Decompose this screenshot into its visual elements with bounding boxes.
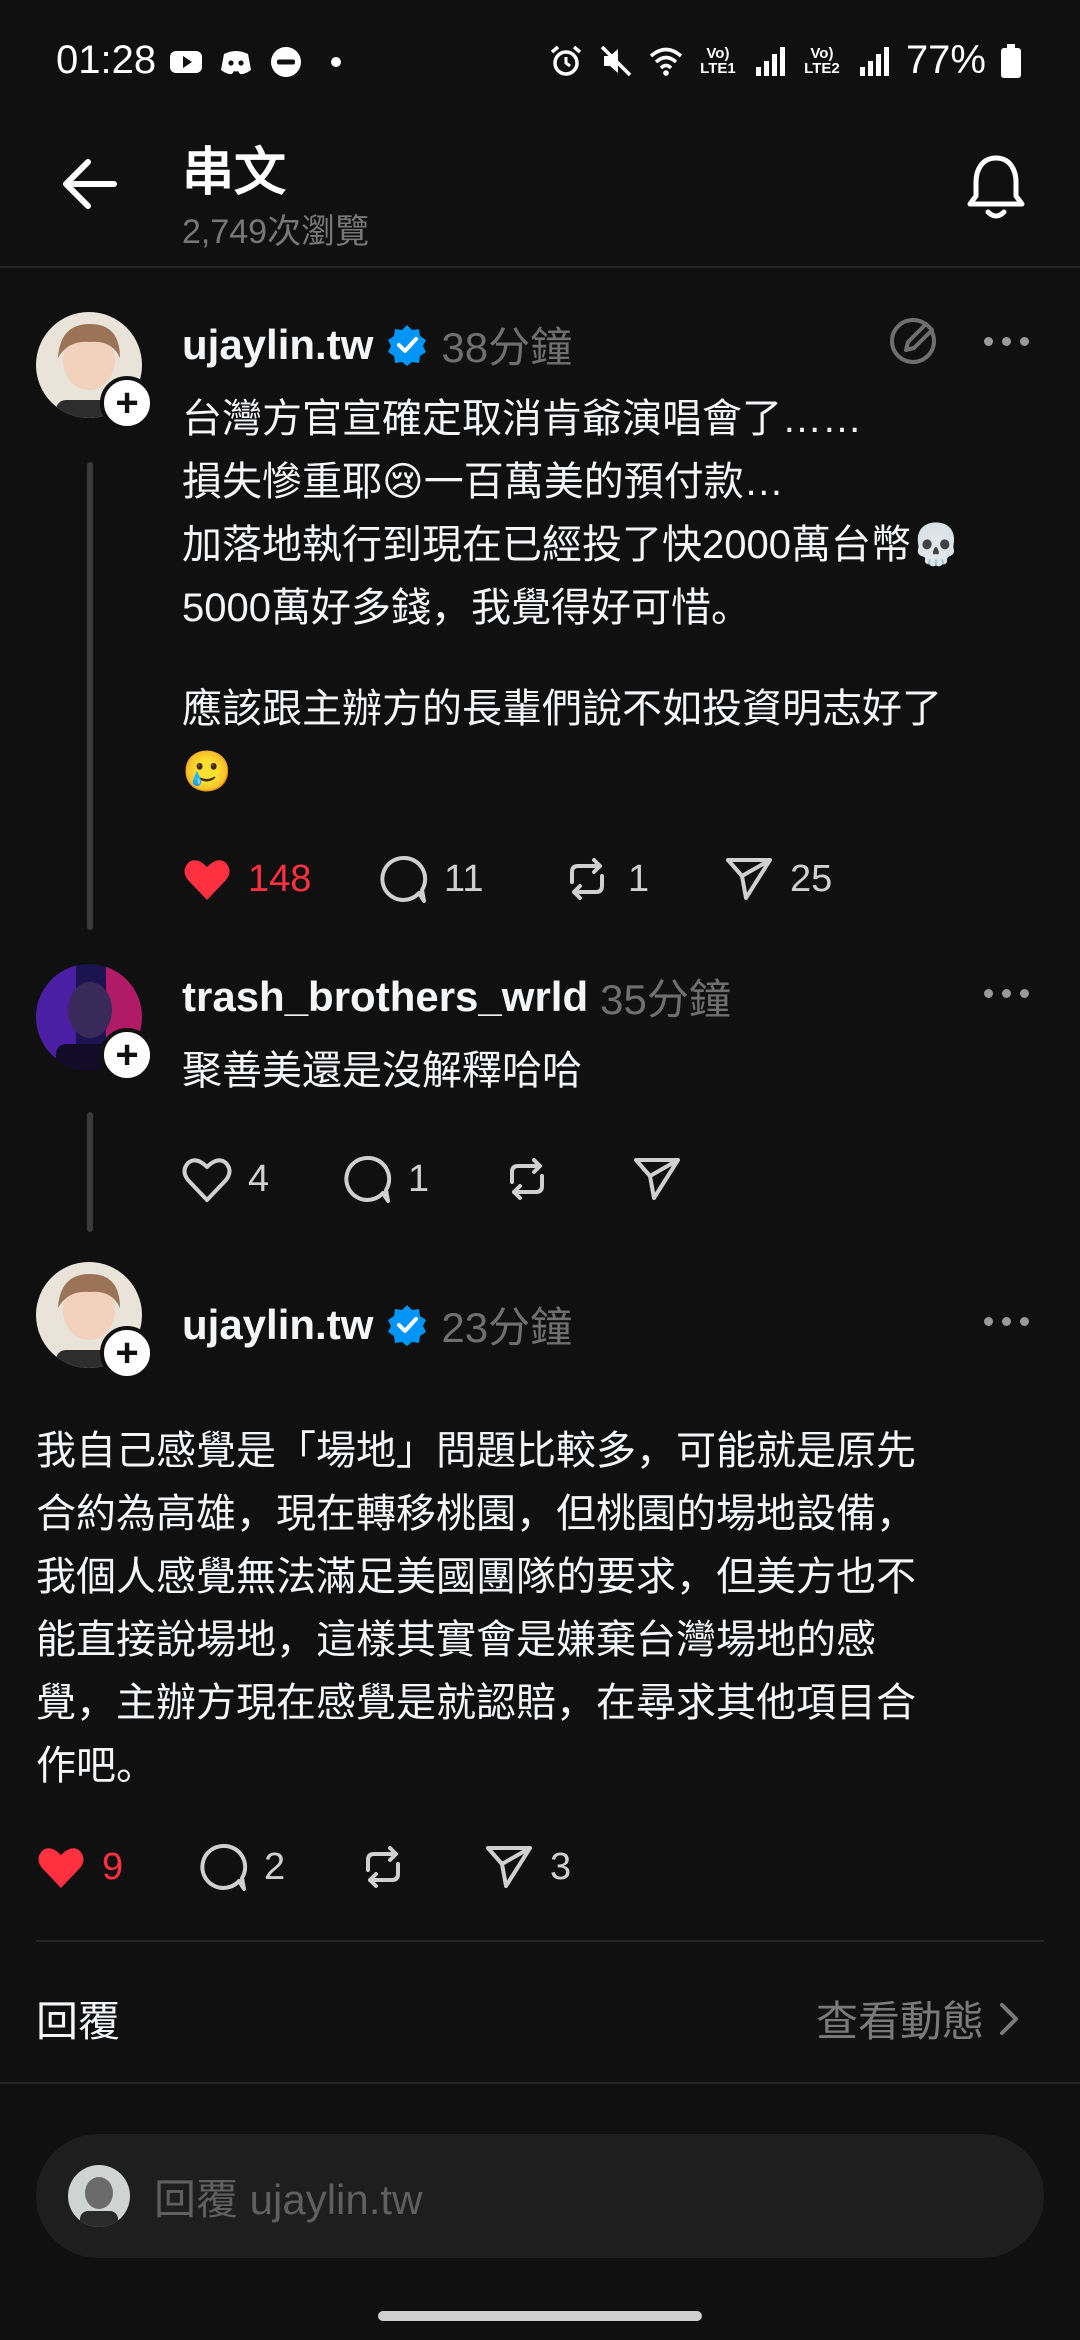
follow-plus-button[interactable]: + [100, 376, 154, 430]
repost-icon [366, 1846, 400, 1888]
status-time: 01:28 [56, 38, 157, 82]
reply-input-bar[interactable]: 回覆 ujaylin.tw [36, 2134, 1044, 2258]
username[interactable]: ujaylin.tw [182, 321, 373, 369]
repost-count: 1 [628, 857, 650, 900]
more-options-icon[interactable] [984, 986, 1034, 1000]
verified-badge-icon [388, 324, 427, 366]
share-count: 3 [550, 1845, 572, 1888]
page-title: 串文 [182, 144, 287, 202]
divider [0, 2082, 1080, 2084]
comment-button[interactable]: 1 [340, 1152, 500, 1206]
discord-icon [221, 51, 251, 75]
view-activity-link[interactable]: 查看動態 [816, 1988, 1020, 2049]
post-text: 台灣方官宣確定取消肯爺演唱會了…… 損失慘重耶😢一百萬美的預付款… 加落地執行到… [182, 397, 961, 630]
chevron-right-icon [1000, 2002, 1018, 2035]
comment-icon [200, 1843, 248, 1891]
comment-count: 2 [264, 1845, 286, 1888]
repost-button[interactable] [500, 1152, 630, 1206]
post-text: 應該跟主辦方的長輩們說不如投資明志好了 🥲 [182, 687, 942, 794]
follow-plus-button[interactable]: + [100, 1326, 154, 1380]
heart-outline-icon [182, 1158, 232, 1202]
send-icon [486, 1846, 532, 1888]
post-1-header: ujaylin.tw 38分鐘 [182, 314, 572, 375]
view-activity-label: 查看動態 [815, 1998, 984, 2045]
like-count: 148 [248, 857, 312, 900]
heart-icon [38, 1848, 84, 1888]
share-button[interactable]: 25 [722, 852, 882, 906]
verified-badge-icon [388, 1304, 427, 1346]
current-user-avatar [68, 2165, 130, 2227]
comment-icon [344, 1155, 392, 1203]
post-3-actions: 9 2 3 [34, 1840, 602, 1894]
repost-icon [570, 858, 604, 900]
alarm-icon [550, 45, 582, 76]
sim1-label: Vo) LTE1 [700, 44, 736, 77]
view-count: 2,749次瀏覽 [182, 213, 370, 251]
more-options-icon[interactable] [984, 334, 1034, 348]
bell-icon[interactable] [962, 150, 1030, 222]
send-icon [726, 858, 772, 900]
timestamp: 38分鐘 [441, 324, 573, 371]
status-left-icons [168, 44, 354, 80]
comment-count: 1 [408, 1157, 430, 1200]
share-count: 25 [790, 857, 833, 900]
share-button[interactable]: 3 [482, 1840, 602, 1894]
youtube-icon [170, 51, 202, 73]
status-right: Vo) LTE1 Vo) LTE2 77% [548, 38, 1022, 83]
timestamp: 35分鐘 [600, 976, 731, 1023]
post-2-header: trash_brothers_wrld 35分鐘 [182, 966, 731, 1027]
signal-icon [755, 46, 785, 76]
comment-icon [380, 855, 428, 903]
follow-plus-button[interactable]: + [100, 1028, 154, 1082]
comment-count: 11 [444, 857, 484, 900]
repost-button[interactable]: 1 [560, 852, 722, 906]
post-text: 我自己感覺是「場地」問題比較多，可能就是原先 合約為高雄，現在轉移桃園，但桃園的… [36, 1429, 916, 1788]
divider [36, 1940, 1044, 1942]
mute-icon [600, 45, 632, 76]
post-2-actions: 4 1 [180, 1152, 750, 1206]
edit-icon[interactable] [886, 314, 940, 368]
like-count: 4 [248, 1157, 270, 1200]
do-not-disturb-icon [271, 47, 301, 77]
repost-button[interactable] [356, 1840, 482, 1894]
status-bar: 01:28 Vo) LTE1 Vo) LTE2 77% [0, 0, 1080, 130]
like-button[interactable]: 9 [34, 1840, 196, 1894]
more-options-icon[interactable] [984, 1314, 1034, 1328]
battery-icon [1001, 43, 1021, 78]
dot-icon [331, 57, 341, 67]
post-1-actions: 148 11 1 25 [180, 852, 882, 906]
comment-button[interactable]: 2 [196, 1840, 356, 1894]
post-3-header: ujaylin.tw 23分鐘 [182, 1294, 572, 1355]
post-text: 聚善美還是沒解釋哈哈 [182, 1049, 582, 1093]
send-icon [634, 1158, 680, 1200]
like-button[interactable]: 148 [180, 852, 376, 906]
like-button[interactable]: 4 [180, 1152, 340, 1206]
thread-line [87, 1112, 93, 1232]
home-indicator[interactable] [378, 2311, 702, 2321]
header-divider [0, 266, 1080, 268]
replies-heading: 回覆 [36, 1998, 121, 2045]
username[interactable]: trash_brothers_wrld [182, 973, 588, 1021]
reply-input[interactable]: 回覆 ujaylin.tw [154, 2166, 422, 2227]
like-count: 9 [102, 1845, 124, 1888]
share-button[interactable] [630, 1152, 750, 1206]
thread-line [87, 462, 93, 930]
comment-button[interactable]: 11 [376, 852, 560, 906]
back-arrow-icon[interactable] [58, 152, 122, 216]
timestamp: 23分鐘 [441, 1304, 573, 1351]
signal-icon [859, 46, 889, 76]
sim2-label: Vo) LTE2 [804, 44, 840, 77]
username[interactable]: ujaylin.tw [182, 1301, 373, 1349]
repost-icon [510, 1158, 544, 1200]
wifi-icon [649, 47, 683, 76]
battery-percent: 77% [905, 38, 986, 82]
heart-icon [184, 860, 230, 900]
